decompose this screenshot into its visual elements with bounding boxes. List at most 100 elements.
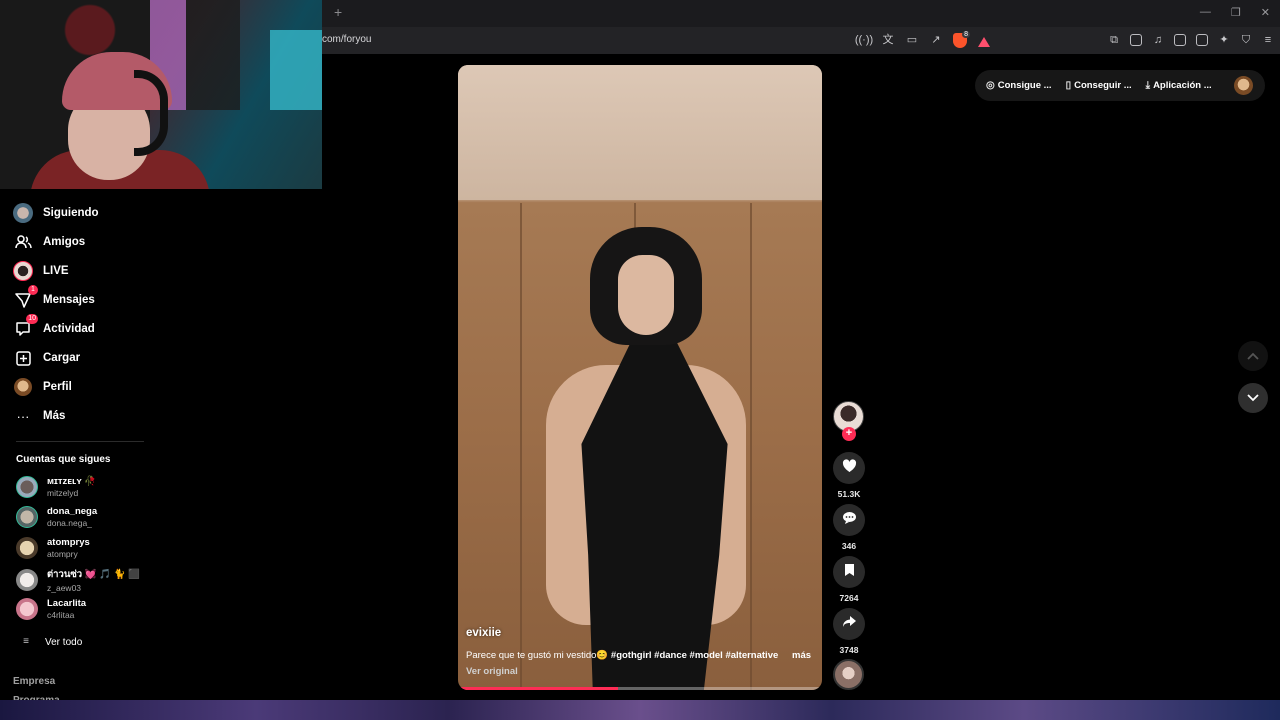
desktop-wallpaper xyxy=(0,700,1280,720)
sidebar: Siguiendo Amigos LIVE 1 Mensajes 10 Acti… xyxy=(0,189,160,700)
live-avatar-icon xyxy=(13,261,33,281)
save-count: 7264 xyxy=(839,593,859,603)
sidebar-item-label: LIVE xyxy=(43,265,69,277)
sidebar-item-mensajes[interactable]: 1 Mensajes xyxy=(13,285,95,312)
following-accounts-title: Cuentas que sigues xyxy=(16,454,111,465)
account-avatar xyxy=(16,569,38,591)
address-bar-icons: ((·)) 文 ▭ ↗ 8 xyxy=(855,30,992,48)
next-video-button[interactable] xyxy=(1238,383,1268,413)
followed-account-item[interactable]: atomprys atompry xyxy=(16,537,90,559)
sidebar-item-mas[interactable]: ··· Más xyxy=(13,404,66,428)
follow-button[interactable]: + xyxy=(842,427,856,441)
music-icon[interactable]: ♫ xyxy=(1150,32,1166,48)
caption-more-button[interactable]: más xyxy=(792,650,811,661)
sidebar-divider xyxy=(16,441,144,442)
get-coins-button[interactable]: ◎ Consigue ... xyxy=(986,80,1052,91)
top-actions-bar: ◎ Consigue ... ▯ Conseguir ... ⤓ Aplicación… xyxy=(975,70,1265,101)
wallet-icon[interactable] xyxy=(1130,34,1142,46)
sidebar-item-perfil[interactable]: Perfil xyxy=(13,375,72,399)
extensions-icon[interactable]: ⧉ xyxy=(1106,32,1122,48)
previous-video-button[interactable] xyxy=(1238,341,1268,371)
followed-account-item[interactable]: ᴍɪᴛᴢᴇʟʏ 🥀 mitzelyd xyxy=(16,476,96,498)
account-handle: c4rlitaa xyxy=(47,610,75,620)
account-name: ᴍɪᴛᴢᴇʟʏ 🥀 xyxy=(47,476,97,487)
webcam-monitor-glow xyxy=(270,30,322,110)
brave-shields-icon[interactable]: 8 xyxy=(952,30,970,48)
share-icon[interactable]: ↗ xyxy=(928,32,944,48)
leo-ai-icon[interactable]: ✦ xyxy=(1216,32,1232,48)
coin-icon: ◎ xyxy=(986,80,995,91)
account-avatar xyxy=(16,476,38,498)
get-app-button[interactable]: ▯ Conseguir ... xyxy=(1066,80,1132,91)
messages-badge: 1 xyxy=(28,285,38,295)
sidebar-toggle-icon[interactable] xyxy=(1174,34,1186,46)
comment-count: 346 xyxy=(841,541,857,551)
comment-button[interactable] xyxy=(833,504,865,536)
tab-icon[interactable] xyxy=(1196,34,1208,46)
download-app-label: Aplicación ... xyxy=(1153,80,1212,91)
toolbar-icons: ⧉ ♫ ✦ ⛉ ≡ xyxy=(1106,32,1276,48)
profile-avatar-icon xyxy=(13,377,33,397)
followed-account-item[interactable]: dona_nega dona.nega_ xyxy=(16,506,97,528)
see-all-link[interactable]: ≡ Ver todo xyxy=(16,634,82,650)
translate-icon[interactable]: 文 xyxy=(880,32,896,48)
save-button[interactable] xyxy=(833,556,865,588)
list-icon: ≡ xyxy=(23,636,29,647)
video-caption: Parece que te gustó mi vestido😊 #gothgir… xyxy=(466,650,786,661)
sidebar-item-siguiendo[interactable]: Siguiendo xyxy=(13,201,99,225)
caption-text: Parece que te gustó mi vestido😊 xyxy=(466,650,611,661)
account-name: ต่าวนซ่ว 💓 🎵 🐈 ⬛ xyxy=(47,569,140,580)
followed-account-item[interactable]: ต่าวนซ่ว 💓 🎵 🐈 ⬛ z_aew03 xyxy=(16,567,140,593)
sidebar-item-label: Más xyxy=(43,410,66,422)
sidebar-item-actividad[interactable]: 10 Actividad xyxy=(13,314,95,341)
sidebar-item-label: Amigos xyxy=(43,236,86,248)
account-name: atomprys xyxy=(47,537,90,548)
window-controls: — ❐ ✕ xyxy=(1200,6,1270,19)
activity-icon: 10 xyxy=(13,314,38,339)
like-button[interactable] xyxy=(833,452,865,484)
video-progress-bar[interactable] xyxy=(458,687,822,690)
shields-badge: 8 xyxy=(962,30,970,38)
video-subject-face xyxy=(618,255,674,335)
broadcast-icon[interactable]: ((·)) xyxy=(855,32,873,48)
sidebar-item-label: Perfil xyxy=(43,381,72,393)
minimize-button[interactable]: — xyxy=(1200,6,1211,19)
chevron-up-icon xyxy=(1247,347,1259,365)
video-player[interactable]: evixiie Parece que te gustó mi vestido😊 … xyxy=(458,65,822,690)
sidebar-item-live[interactable]: LIVE xyxy=(13,259,69,283)
account-handle: z_aew03 xyxy=(47,583,82,593)
new-tab-button[interactable]: + xyxy=(334,4,342,20)
restore-button[interactable]: ❐ xyxy=(1231,6,1241,19)
footer-link-empresa[interactable]: Empresa xyxy=(13,676,55,687)
vpn-shield-icon[interactable]: ⛉ xyxy=(1238,32,1254,48)
activity-badge: 10 xyxy=(26,314,38,324)
video-author-username[interactable]: evixiie xyxy=(466,627,501,639)
see-original-link[interactable]: Ver original xyxy=(466,666,518,677)
account-avatar xyxy=(16,537,38,559)
friends-icon xyxy=(13,232,33,252)
cast-icon[interactable]: ▭ xyxy=(904,32,920,48)
comment-icon xyxy=(842,511,857,530)
phone-icon: ▯ xyxy=(1065,80,1072,91)
menu-icon[interactable]: ≡ xyxy=(1260,32,1276,48)
share-button[interactable] xyxy=(833,608,865,640)
sidebar-item-cargar[interactable]: Cargar xyxy=(13,346,80,370)
account-name: Lacarlita xyxy=(47,598,87,609)
messages-icon: 1 xyxy=(13,285,38,310)
sidebar-item-amigos[interactable]: Amigos xyxy=(13,230,85,254)
video-wood-panel-seam xyxy=(750,203,752,690)
bookmark-icon xyxy=(844,563,855,582)
caption-hashtags[interactable]: #gothgirl #dance #model #alternative xyxy=(611,650,778,661)
sidebar-item-label: Cargar xyxy=(43,352,81,364)
get-app-label: Conseguir ... xyxy=(1074,80,1132,91)
avatar-icon xyxy=(13,203,33,223)
account-avatar xyxy=(16,598,38,620)
sound-avatar[interactable] xyxy=(833,659,864,690)
followed-account-item[interactable]: Lacarlita c4rlitaa xyxy=(16,598,86,620)
sidebar-item-label: Siguiendo xyxy=(43,207,99,219)
download-app-button[interactable]: ⤓ Aplicación ... xyxy=(1146,80,1212,91)
url-text[interactable]: com/foryou xyxy=(322,34,371,45)
close-window-button[interactable]: ✕ xyxy=(1261,6,1270,19)
user-avatar[interactable] xyxy=(1234,76,1253,95)
brave-rewards-icon[interactable] xyxy=(976,32,992,48)
